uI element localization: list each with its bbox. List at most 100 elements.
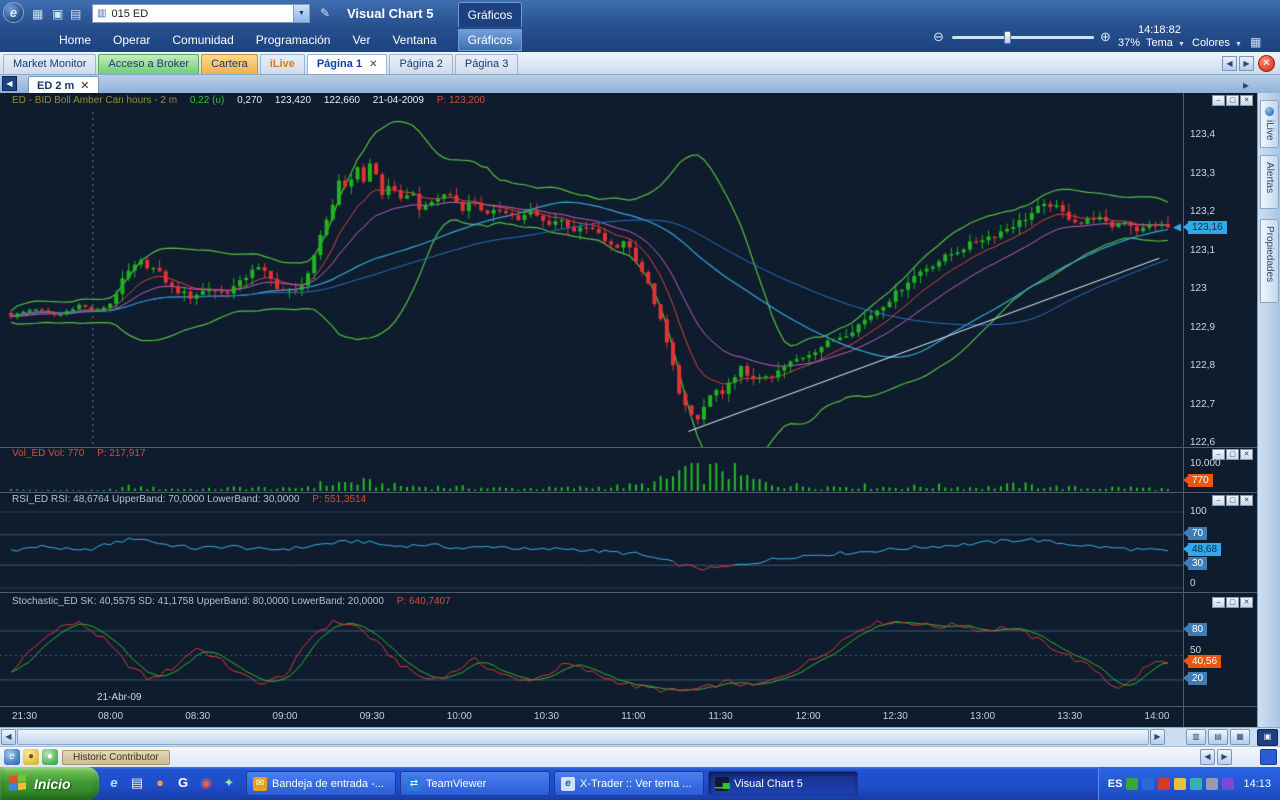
time-axis[interactable]: 21:3008:0008:3009:0009:3010:0010:3011:00… <box>0 707 1183 727</box>
scheduler-icon[interactable] <box>1222 778 1234 790</box>
pane-minimize-icon[interactable]: ‒ <box>1212 597 1225 608</box>
ribbon-tab-graficos-top[interactable]: Gráficos <box>458 2 522 27</box>
tema-dropdown[interactable]: Tema <box>1146 37 1173 49</box>
zoom-out-icon[interactable]: ⊖ <box>933 30 944 44</box>
price-tick: 123,3 <box>1190 168 1215 179</box>
pane-divider[interactable] <box>0 492 1257 493</box>
pane-minimize-icon[interactable]: ‒ <box>1212 95 1225 106</box>
app-logo-icon[interactable]: e <box>3 2 24 23</box>
zoom-slider-thumb[interactable] <box>1004 31 1011 44</box>
menu-programacion[interactable]: Programación <box>245 29 342 51</box>
ie-icon[interactable]: e <box>104 772 124 794</box>
status-scroll-left-icon[interactable]: ◀ <box>1200 749 1215 765</box>
tabs-scroll-left-icon[interactable]: ◀ <box>1222 56 1237 71</box>
close-page-button[interactable]: ✕ <box>1258 55 1275 72</box>
messenger-icon[interactable]: ✦ <box>219 772 239 794</box>
side-tab-propiedades[interactable]: Propiedades <box>1260 219 1279 303</box>
pane-divider[interactable] <box>0 592 1257 593</box>
online-status-icon[interactable]: ● <box>42 749 58 765</box>
open-window-icon[interactable]: ▤ <box>70 7 81 21</box>
symbol-combo[interactable]: ▥ 015 ED ▼ <box>92 4 310 23</box>
pane-close-icon[interactable]: ✕ <box>1240 95 1253 106</box>
volume-icon[interactable] <box>1142 778 1154 790</box>
volume-canvas[interactable] <box>0 460 1183 492</box>
main-chart-canvas[interactable] <box>0 110 1183 447</box>
display-icon[interactable] <box>1206 778 1218 790</box>
start-button[interactable]: Inicio <box>0 767 99 800</box>
zoom-in-icon[interactable]: ⊕ <box>1100 30 1111 44</box>
maximize-chart-icon[interactable]: ▣ <box>1257 729 1278 746</box>
tabs-scroll-right-icon[interactable]: ▶ <box>1239 56 1254 71</box>
network-icon[interactable] <box>1126 778 1138 790</box>
chart-workspace[interactable]: ED - BID Boll Amber Can hours - 2 m 0,22… <box>0 93 1257 727</box>
layout-single-icon[interactable]: ▥ <box>1186 729 1206 745</box>
side-tab-alertas[interactable]: Alertas <box>1260 155 1279 209</box>
messenger-tray-icon[interactable] <box>1190 778 1202 790</box>
pane-close-icon[interactable]: ✕ <box>1240 597 1253 608</box>
feed-status-icon[interactable]: ● <box>23 749 39 765</box>
chart-tabs-right-icon[interactable]: ▸ <box>1243 78 1249 92</box>
menu-operar[interactable]: Operar <box>102 29 161 51</box>
task-teamviewer[interactable]: ⇄TeamViewer <box>400 771 550 796</box>
colores-dropdown[interactable]: Colores <box>1192 37 1230 49</box>
pane-divider[interactable] <box>0 447 1257 448</box>
pane-restore-icon[interactable]: ▢ <box>1226 95 1239 106</box>
chart-tab-ed2m[interactable]: ED 2 m✕ <box>28 76 99 94</box>
layout-split-icon[interactable]: ▤ <box>1208 729 1228 745</box>
media-player-icon[interactable]: ◉ <box>196 772 216 794</box>
ribbon-tab-graficos[interactable]: Gráficos <box>458 29 522 51</box>
pane-restore-icon[interactable]: ▢ <box>1226 597 1239 608</box>
task-bandeja[interactable]: ✉Bandeja de entrada -... <box>246 771 396 796</box>
connection-globe-icon[interactable]: e <box>4 749 20 765</box>
status-scroll-right-icon[interactable]: ▶ <box>1217 749 1232 765</box>
updates-icon[interactable] <box>1174 778 1186 790</box>
pane-close-icon[interactable]: ✕ <box>1240 449 1253 460</box>
rsi-canvas[interactable] <box>0 507 1183 592</box>
tab-market-monitor[interactable]: Market Monitor <box>3 54 96 74</box>
chart-tabs-left-icon[interactable]: ◀ <box>2 76 17 91</box>
tab-cartera[interactable]: Cartera <box>201 54 258 74</box>
tema-chevron-down-icon[interactable]: ▼ <box>1178 38 1185 52</box>
new-window-icon[interactable]: ▣ <box>52 7 63 21</box>
layout-grid-icon[interactable]: ▦ <box>1250 35 1261 49</box>
menu-bar: Home Operar Comunidad Programación Ver V… <box>0 27 1280 52</box>
rsi-value-tag: 48,68 <box>1188 543 1221 556</box>
tab-close-icon[interactable]: ✕ <box>369 59 377 70</box>
tray-clock[interactable]: 14:13 <box>1243 778 1271 790</box>
windows-logo-icon <box>9 774 28 793</box>
task-visual-chart[interactable]: ▁▄Visual Chart 5 <box>708 771 858 796</box>
menu-ver[interactable]: Ver <box>341 29 381 51</box>
combo-dropdown-icon[interactable]: ▼ <box>293 5 309 22</box>
tab-pagina-3[interactable]: Página 3 <box>455 54 518 74</box>
layout-grid2-icon[interactable]: ▦ <box>1230 729 1250 745</box>
tab-pagina-1[interactable]: Página 1✕ <box>307 54 388 74</box>
pin-icon[interactable]: ✎ <box>320 6 330 20</box>
menu-ventana[interactable]: Ventana <box>381 29 447 51</box>
menu-home[interactable]: Home <box>48 29 102 51</box>
app-titlebar: e ▦ ▣ ▤ ▥ 015 ED ▼ ✎ Visual Chart 5 Gráf… <box>0 0 1280 27</box>
pane-restore-icon[interactable]: ▢ <box>1226 449 1239 460</box>
colores-chevron-down-icon[interactable]: ▼ <box>1235 38 1242 52</box>
tab-ilive[interactable]: iLive <box>260 54 305 74</box>
task-xtrader[interactable]: eX-Trader :: Ver tema ... <box>554 771 704 796</box>
side-tab-ilive[interactable]: iLive <box>1260 100 1279 148</box>
firefox-icon[interactable]: ● <box>150 772 170 794</box>
stoch-canvas[interactable] <box>0 610 1183 707</box>
menu-comunidad[interactable]: Comunidad <box>161 29 244 51</box>
chart-tab-close-icon[interactable]: ✕ <box>80 80 89 92</box>
stoch-pane-window-buttons: ‒▢✕ <box>1212 597 1253 608</box>
show-desktop-icon[interactable]: ▤ <box>127 772 147 794</box>
gmail-icon[interactable]: G <box>173 772 193 794</box>
table-icon[interactable]: ▦ <box>32 7 43 21</box>
pane-minimize-icon[interactable]: ‒ <box>1212 495 1225 506</box>
scrollbar-thumb[interactable] <box>17 729 1149 745</box>
pane-restore-icon[interactable]: ▢ <box>1226 495 1239 506</box>
tab-acceso-a-broker[interactable]: Acceso a Broker <box>98 54 199 74</box>
scroll-left-icon[interactable]: ◀ <box>1 729 16 745</box>
language-indicator[interactable]: ES <box>1108 778 1123 790</box>
tab-pagina-2[interactable]: Página 2 <box>389 54 452 74</box>
scroll-right-icon[interactable]: ▶ <box>1150 729 1165 745</box>
pane-close-icon[interactable]: ✕ <box>1240 495 1253 506</box>
zoom-slider[interactable] <box>952 36 1094 39</box>
antivirus-icon[interactable] <box>1158 778 1170 790</box>
